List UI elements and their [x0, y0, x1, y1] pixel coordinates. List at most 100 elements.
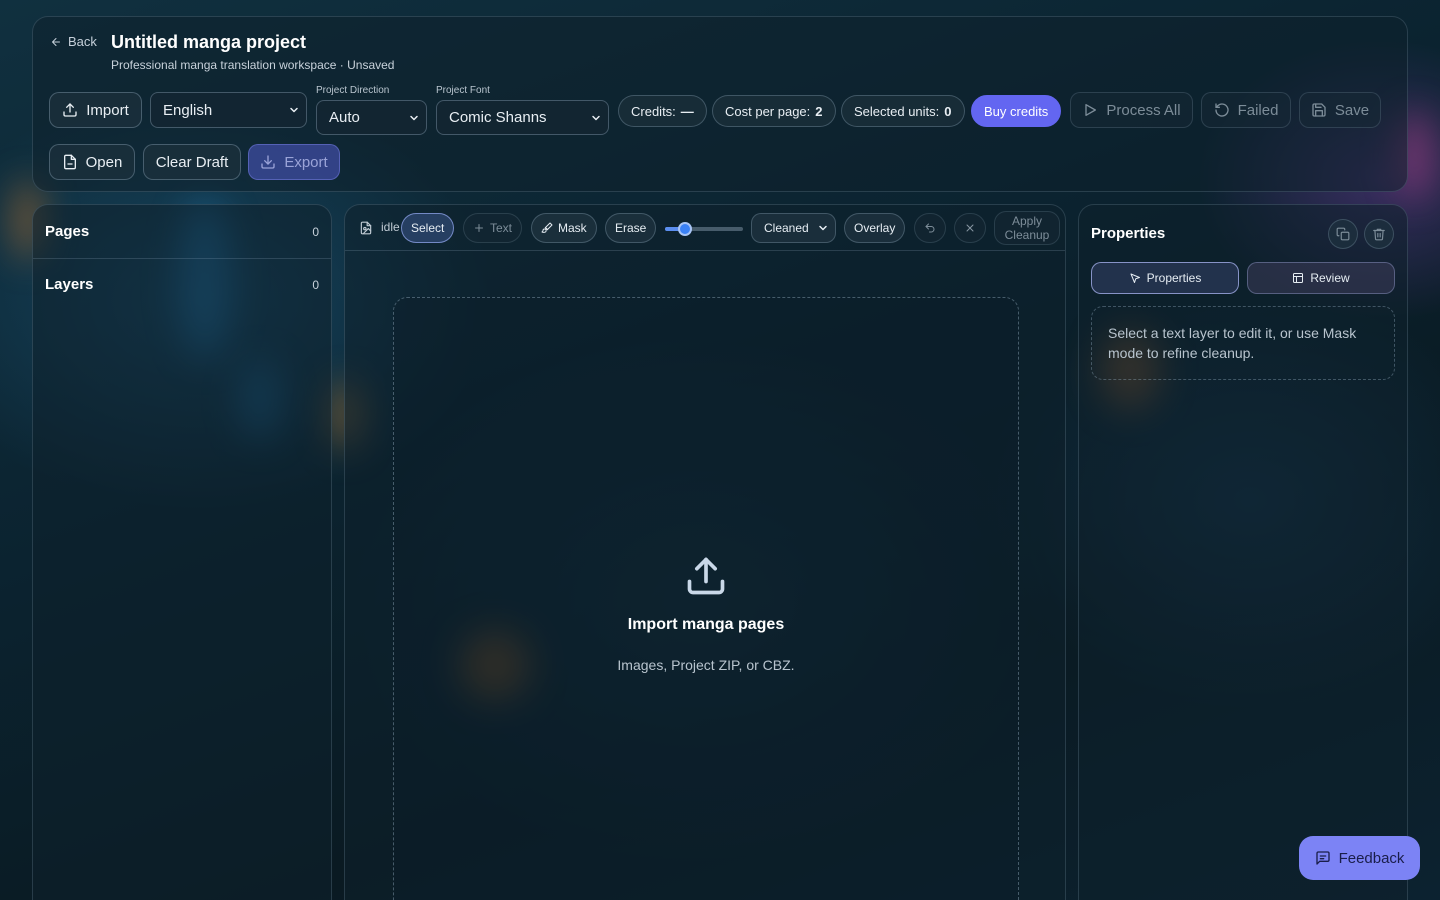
download-icon	[261, 155, 275, 169]
slider-knob[interactable]	[678, 222, 692, 236]
undo-icon	[925, 223, 935, 233]
process-all-label: Process All	[1106, 101, 1181, 119]
header-panel: Back Untitled manga project Professional…	[32, 16, 1408, 192]
trash-icon	[1373, 228, 1385, 241]
pages-section-header[interactable]: Pages 0	[33, 205, 331, 258]
import-button[interactable]: Import	[49, 92, 142, 128]
selected-units-badge: Selected units: 0	[841, 95, 965, 127]
back-label: Back	[68, 34, 97, 49]
file-icon	[63, 154, 76, 170]
brush-size-slider[interactable]	[665, 222, 743, 236]
clear-draft-label: Clear Draft	[155, 153, 229, 171]
delete-button[interactable]	[1364, 219, 1394, 249]
properties-hint: Select a text layer to edit it, or use M…	[1091, 306, 1395, 380]
cost-value: 2	[815, 103, 823, 119]
overlay-label: Overlay	[854, 221, 896, 235]
properties-panel: Properties Properties Review Select a te…	[1078, 204, 1408, 900]
credits-value: —	[680, 103, 694, 119]
tab-review[interactable]: Review	[1247, 262, 1395, 294]
erase-tool-button[interactable]: Erase	[605, 213, 657, 243]
duplicate-button[interactable]	[1328, 219, 1358, 249]
mask-tool-button[interactable]: Mask	[531, 213, 597, 243]
arrow-left-icon	[52, 37, 60, 46]
play-icon	[1085, 104, 1097, 116]
back-link[interactable]: Back	[50, 34, 97, 49]
tab-properties-label: Properties	[1146, 271, 1202, 285]
tab-review-label: Review	[1310, 271, 1350, 285]
overlay-toggle[interactable]: Overlay	[844, 213, 906, 243]
cost-per-page-badge: Cost per page: 2	[712, 95, 836, 127]
cursor-icon	[1130, 273, 1140, 283]
chevron-down-icon	[410, 115, 418, 120]
select-tool-button[interactable]: Select	[401, 213, 455, 243]
pages-heading: Pages	[45, 223, 90, 240]
units-label: Selected units:	[854, 103, 940, 119]
image-file-icon	[360, 221, 372, 235]
layers-section-header[interactable]: Layers 0	[33, 258, 331, 311]
plus-icon	[475, 224, 483, 232]
font-select[interactable]: Comic Shanns	[436, 100, 609, 135]
open-button[interactable]: Open	[49, 144, 135, 180]
upload-icon	[63, 103, 77, 117]
chevron-down-icon	[290, 107, 298, 113]
export-button[interactable]: Export	[248, 144, 340, 180]
direction-select[interactable]: Auto	[316, 100, 427, 135]
save-button[interactable]: Save	[1299, 92, 1381, 128]
save-icon	[1312, 103, 1326, 117]
close-icon	[966, 224, 974, 232]
buy-credits-button[interactable]: Buy credits	[971, 95, 1062, 127]
canvas-panel: idle Select Text Mask Erase Cleaned Over…	[344, 204, 1066, 900]
page-subtitle: Professional manga translation workspace…	[111, 58, 395, 72]
erase-label: Erase	[615, 221, 647, 235]
process-all-button[interactable]: Process All	[1070, 92, 1193, 128]
language-value: English	[163, 101, 213, 119]
status-text: idle	[381, 220, 400, 234]
dropzone-subtitle: Images, Project ZIP, or CBZ.	[617, 657, 795, 673]
table-icon	[1293, 273, 1304, 283]
units-value: 0	[944, 103, 952, 119]
layers-count: 0	[312, 277, 319, 292]
buy-credits-label: Buy credits	[984, 103, 1049, 119]
chevron-down-icon	[818, 225, 827, 231]
properties-title: Properties	[1091, 225, 1166, 242]
select-label: Select	[411, 221, 445, 235]
close-button[interactable]	[954, 213, 986, 243]
language-select[interactable]: English	[150, 92, 307, 128]
credits-badge: Credits: —	[618, 95, 707, 127]
dropzone-title: Import manga pages	[627, 616, 785, 633]
message-icon	[1315, 851, 1330, 865]
failed-label: Failed	[1237, 101, 1279, 119]
upload-icon	[687, 557, 725, 595]
tab-properties[interactable]: Properties	[1091, 262, 1239, 294]
feedback-label: Feedback	[1338, 849, 1405, 867]
direction-label: Project Direction	[316, 85, 390, 96]
clear-draft-button[interactable]: Clear Draft	[143, 144, 241, 180]
direction-value: Auto	[329, 109, 360, 126]
undo-button[interactable]	[914, 213, 946, 243]
copy-icon	[1336, 227, 1350, 241]
feedback-button[interactable]: Feedback	[1299, 836, 1420, 880]
layers-heading: Layers	[45, 276, 94, 293]
cost-label: Cost per page:	[725, 103, 811, 119]
import-dropzone[interactable]: Import manga pages Images, Project ZIP, …	[393, 297, 1019, 900]
text-tool-button[interactable]: Text	[463, 213, 523, 243]
view-mode-value: Cleaned	[764, 221, 809, 235]
view-mode-select[interactable]: Cleaned	[751, 213, 836, 243]
mask-label: Mask	[558, 221, 587, 235]
retry-icon	[1214, 103, 1229, 117]
open-label: Open	[85, 153, 123, 171]
import-label: Import	[86, 101, 129, 119]
failed-button[interactable]: Failed	[1201, 92, 1291, 128]
editor-toolbar: idle Select Text Mask Erase Cleaned Over…	[345, 205, 1065, 251]
credits-label: Credits:	[631, 103, 676, 119]
apply-cleanup-button[interactable]: Apply Cleanup	[994, 211, 1060, 245]
save-label: Save	[1334, 101, 1370, 119]
brush-icon	[541, 222, 553, 233]
chevron-down-icon	[592, 115, 600, 120]
left-sidebar: Pages 0 Layers 0	[32, 204, 332, 900]
pages-count: 0	[312, 224, 319, 239]
apply-cleanup-label: Apply Cleanup	[1004, 214, 1050, 242]
font-value: Comic Shanns	[449, 109, 547, 126]
font-label: Project Font	[436, 85, 490, 96]
export-label: Export	[284, 153, 328, 171]
